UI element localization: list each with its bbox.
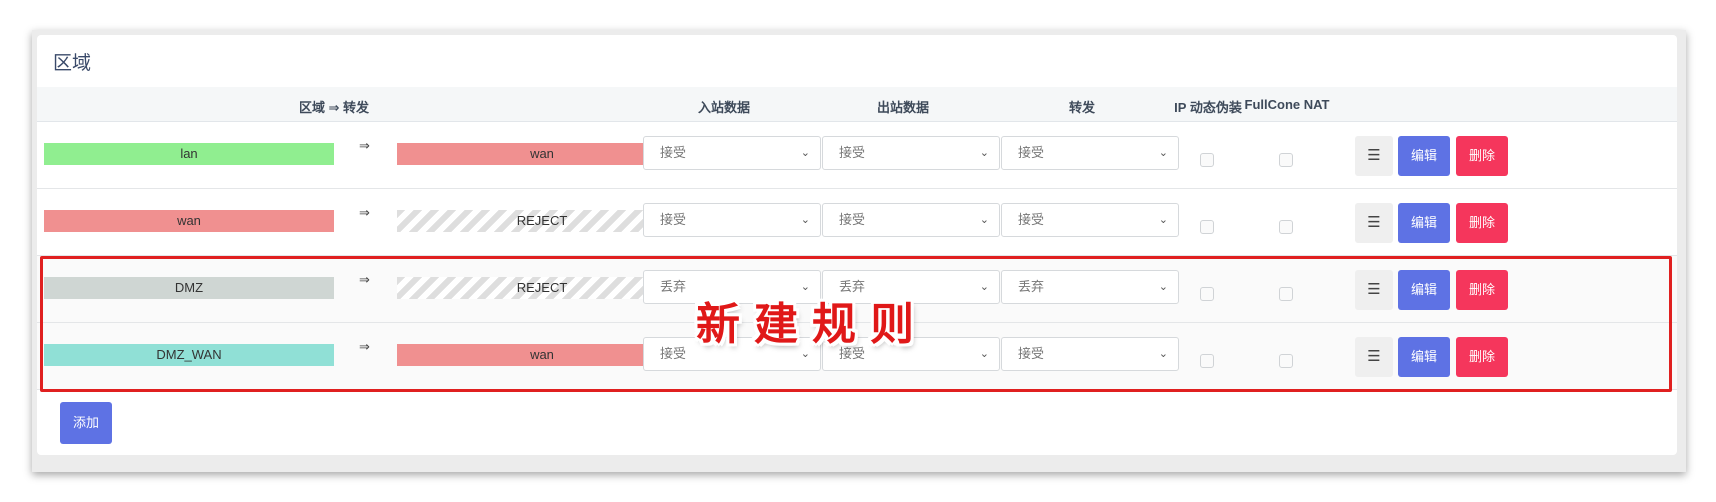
header-forward: 转发 — [1068, 100, 1096, 115]
forward-value: 接受 — [1018, 212, 1045, 227]
section-title: 区域 — [53, 53, 92, 74]
header-masquerade: IP 动态伪装 — [1174, 100, 1242, 115]
forward-select[interactable]: 接受 ⌄ — [1001, 136, 1179, 170]
inbound-value: 接受 — [660, 212, 687, 227]
chevron-down-icon: ⌄ — [1158, 147, 1168, 159]
header-zone-forward: 区域 ⇒ 转发 — [298, 100, 370, 115]
delete-button[interactable]: 删除 — [1456, 203, 1508, 243]
annotation-label: 新建规则 — [696, 299, 928, 350]
masquerade-checkbox[interactable] — [1200, 220, 1214, 234]
inbound-select[interactable]: 接受 ⌄ — [643, 136, 821, 170]
chevron-down-icon: ⌄ — [800, 214, 810, 226]
fullcone-checkbox[interactable] — [1279, 220, 1293, 234]
outbound-select[interactable]: 接受 ⌄ — [822, 136, 1000, 170]
outbound-value: 接受 — [839, 212, 866, 227]
chevron-down-icon: ⌄ — [1158, 214, 1168, 226]
table-row: wan ⇒ REJECT 接受 ⌄ 接受 ⌄ 接受 ⌄ ☰ 编辑 删除 — [37, 189, 1677, 256]
chevron-down-icon: ⌄ — [979, 214, 989, 226]
zone-name: lan — [44, 143, 334, 165]
menu-icon: ☰ — [1367, 147, 1381, 164]
table-row: lan ⇒ wan 接受 ⌄ 接受 ⌄ 接受 ⌄ ☰ 编辑 删除 — [37, 122, 1677, 189]
header-fullcone: FullCone NAT — [1244, 97, 1330, 112]
forward-value: 接受 — [1018, 145, 1045, 160]
masquerade-checkbox[interactable] — [1200, 153, 1214, 167]
inbound-select[interactable]: 接受 ⌄ — [643, 203, 821, 237]
menu-icon: ☰ — [1367, 214, 1381, 231]
header-outbound: 出站数据 — [876, 100, 930, 115]
outbound-value: 接受 — [839, 145, 866, 160]
header-inbound: 入站数据 — [697, 100, 751, 115]
outbound-select[interactable]: 接受 ⌄ — [822, 203, 1000, 237]
add-zone-button[interactable]: 添加 — [60, 402, 112, 444]
forward-arrow: ⇒ — [359, 138, 370, 153]
chevron-down-icon: ⌄ — [979, 147, 989, 159]
inbound-value: 接受 — [660, 145, 687, 160]
zone-name: wan — [44, 210, 334, 232]
edit-button[interactable]: 编辑 — [1398, 203, 1450, 243]
forward-arrow: ⇒ — [359, 205, 370, 220]
zones-card: 区域 区域 ⇒ 转发 入站数据 出站数据 转发 IP 动态伪装 FullCone… — [37, 35, 1677, 455]
edit-button[interactable]: 编辑 — [1398, 136, 1450, 176]
table-header: 区域 ⇒ 转发 入站数据 出站数据 转发 IP 动态伪装 FullCone NA… — [37, 87, 1677, 122]
delete-button[interactable]: 删除 — [1456, 136, 1508, 176]
chevron-down-icon: ⌄ — [800, 147, 810, 159]
menu-button[interactable]: ☰ — [1355, 203, 1393, 243]
fullcone-checkbox[interactable] — [1279, 153, 1293, 167]
menu-button[interactable]: ☰ — [1355, 136, 1393, 176]
forward-select[interactable]: 接受 ⌄ — [1001, 203, 1179, 237]
